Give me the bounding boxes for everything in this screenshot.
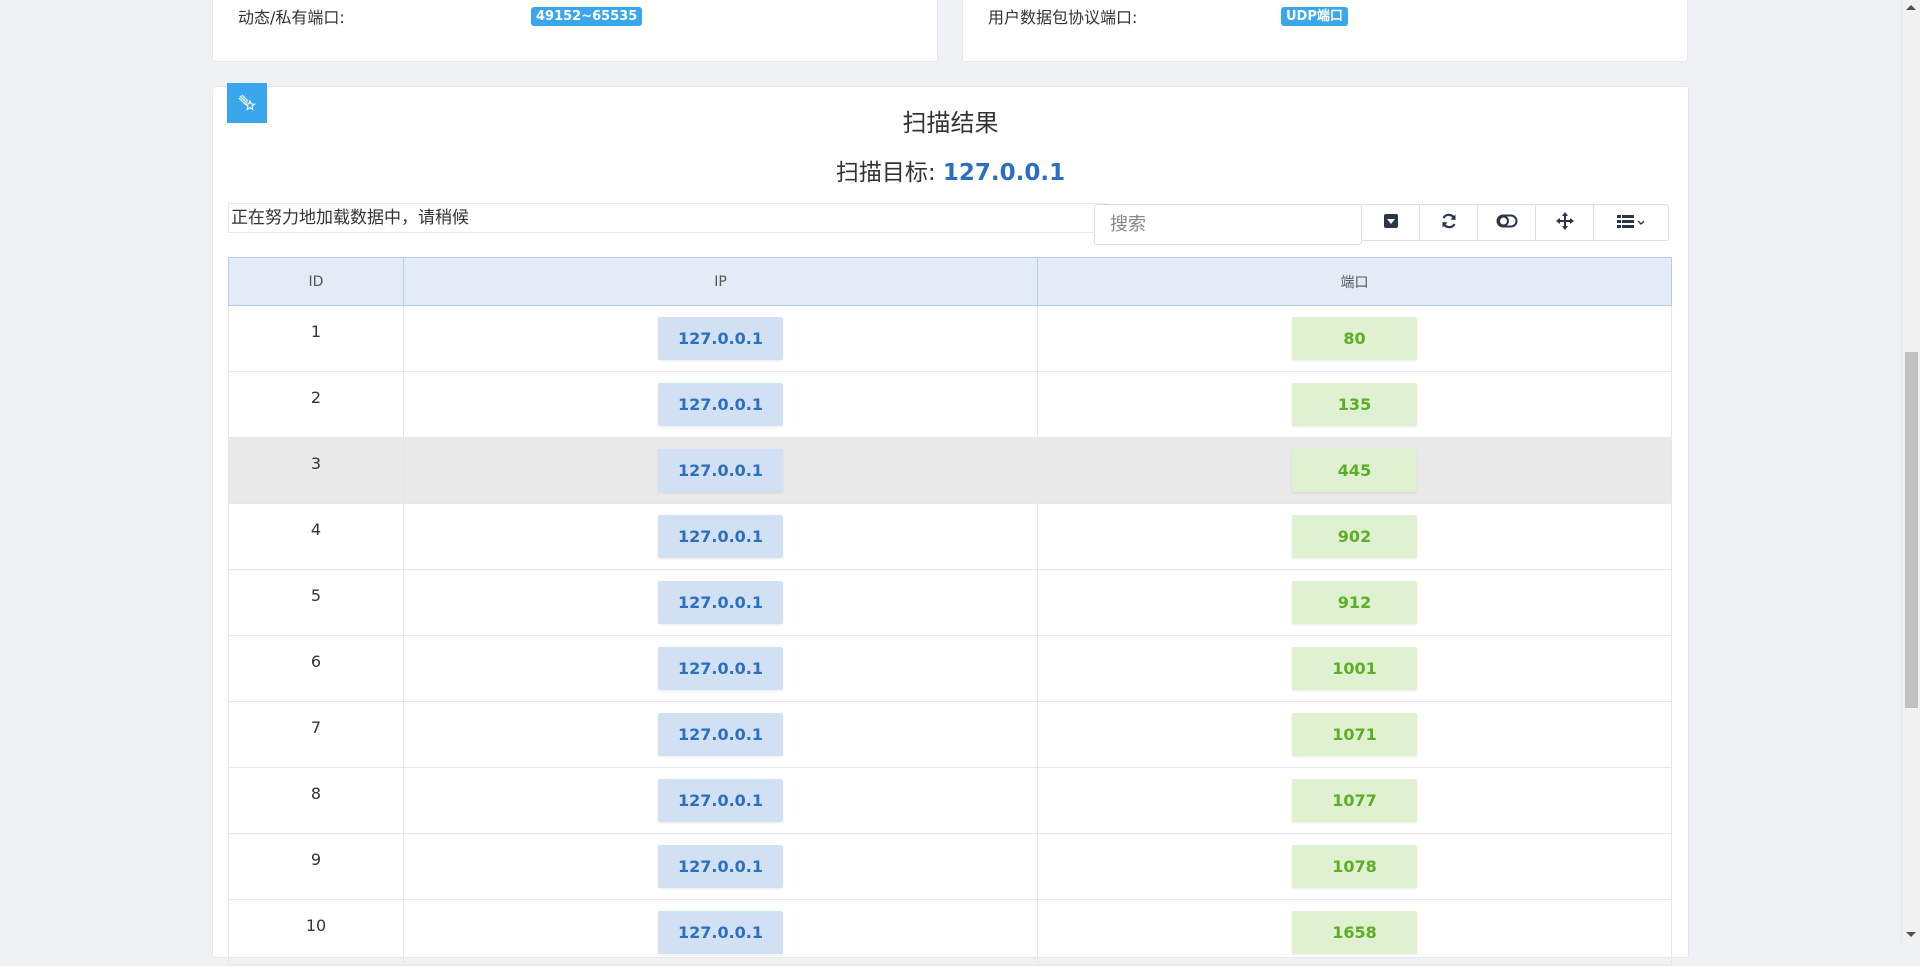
ip-badge: 127.0.0.1 — [658, 845, 783, 888]
udp-port-label: 用户数据包协议端口: — [988, 8, 1138, 27]
table-row[interactable]: 9 127.0.0.1 1078 — [228, 833, 1672, 900]
export-dropdown-icon — [1383, 213, 1399, 233]
dynamic-port-badge: 49152~65535 — [531, 6, 643, 26]
column-header-ip[interactable]: IP — [403, 257, 1038, 306]
table-toolbar — [1361, 204, 1669, 241]
cell-id: 4 — [228, 503, 404, 570]
columns-list-icon — [1616, 213, 1646, 233]
table-row[interactable]: 6 127.0.0.1 1001 — [228, 635, 1672, 702]
cell-ip: 127.0.0.1 — [403, 701, 1038, 768]
cell-id: 5 — [228, 569, 404, 636]
port-badge: 902 — [1292, 515, 1417, 558]
port-badge: 135 — [1292, 383, 1417, 426]
cell-id: 3 — [228, 437, 404, 504]
cell-port: 1071 — [1037, 701, 1672, 768]
cell-ip: 127.0.0.1 — [403, 371, 1038, 438]
table-row[interactable]: 1 127.0.0.1 80 — [228, 305, 1672, 372]
port-badge: 445 — [1292, 449, 1417, 492]
dynamic-port-badge-row: 49152~65535 — [531, 5, 643, 27]
panel-title: 扫描结果 — [902, 109, 999, 137]
refresh-icon — [1440, 212, 1458, 234]
column-header-id[interactable]: ID — [228, 257, 404, 306]
udp-port-badge-row: UDP端口 — [1281, 5, 1348, 27]
toggle-icon — [1496, 213, 1518, 233]
scan-target-line: 扫描目标: 127.0.0.1 — [213, 153, 1688, 187]
cell-port: 912 — [1037, 569, 1672, 636]
udp-port-card: 用户数据包协议端口: UDP端口 — [962, 0, 1688, 62]
cell-ip: 127.0.0.1 — [403, 305, 1038, 372]
results-table-wrapper: ID IP 端口 1 127.0.0.1 80 2 127.0.0.1 135 3 127.0… — [228, 257, 1672, 966]
cell-id: 1 — [228, 305, 404, 372]
scroll-down-icon[interactable] — [1906, 932, 1916, 937]
toggle-view-button[interactable] — [1478, 205, 1536, 240]
table-row[interactable]: 4 127.0.0.1 902 — [228, 503, 1672, 570]
port-badge: 80 — [1292, 317, 1417, 360]
dynamic-port-row: 动态/私有端口: — [238, 5, 345, 27]
loading-message: 正在努力地加载数据中，请稍候 — [228, 203, 1108, 233]
port-badge: 912 — [1292, 581, 1417, 624]
port-badge: 1078 — [1292, 845, 1417, 888]
port-badge: 1658 — [1292, 911, 1417, 954]
cell-ip: 127.0.0.1 — [403, 437, 1038, 504]
cell-ip: 127.0.0.1 — [403, 899, 1038, 966]
cell-port: 1001 — [1037, 635, 1672, 702]
cell-id: 2 — [228, 371, 404, 438]
ip-badge: 127.0.0.1 — [658, 317, 783, 360]
move-button[interactable] — [1536, 205, 1594, 240]
table-row[interactable]: 3 127.0.0.1 445 — [228, 437, 1672, 504]
cell-port: 902 — [1037, 503, 1672, 570]
table-row[interactable]: 2 127.0.0.1 135 — [228, 371, 1672, 438]
cell-port: 1078 — [1037, 833, 1672, 900]
cell-port: 445 — [1037, 437, 1672, 504]
table-row[interactable]: 5 127.0.0.1 912 — [228, 569, 1672, 636]
cell-id: 8 — [228, 767, 404, 834]
table-row[interactable]: 8 127.0.0.1 1077 — [228, 767, 1672, 834]
ip-badge: 127.0.0.1 — [658, 713, 783, 756]
columns-dropdown-button[interactable] — [1594, 205, 1668, 240]
table-row[interactable]: 7 127.0.0.1 1071 — [228, 701, 1672, 768]
refresh-button[interactable] — [1420, 205, 1478, 240]
scroll-up-icon[interactable] — [1906, 5, 1916, 10]
dynamic-port-card: 动态/私有端口: 49152~65535 — [212, 0, 938, 62]
udp-port-badge: UDP端口 — [1281, 6, 1348, 26]
ip-badge: 127.0.0.1 — [658, 515, 783, 558]
ip-badge: 127.0.0.1 — [658, 779, 783, 822]
table-row[interactable]: 10 127.0.0.1 1658 — [228, 899, 1672, 966]
cell-ip: 127.0.0.1 — [403, 833, 1038, 900]
page-scrollbar[interactable] — [1901, 0, 1920, 942]
cell-id: 9 — [228, 833, 404, 900]
column-header-port[interactable]: 端口 — [1037, 257, 1672, 306]
cell-ip: 127.0.0.1 — [403, 635, 1038, 702]
cell-id: 6 — [228, 635, 404, 702]
scan-results-panel: 扫描结果 扫描目标: 127.0.0.1 正在努力地加载数据中，请稍候 搜索 I… — [212, 83, 1689, 966]
results-table: ID IP 端口 1 127.0.0.1 80 2 127.0.0.1 135 3 127.0… — [228, 257, 1672, 966]
cell-port: 80 — [1037, 305, 1672, 372]
ip-badge: 127.0.0.1 — [658, 911, 783, 954]
cell-port: 1658 — [1037, 899, 1672, 966]
cell-port: 135 — [1037, 371, 1672, 438]
ip-badge: 127.0.0.1 — [658, 449, 783, 492]
cell-ip: 127.0.0.1 — [403, 569, 1038, 636]
ip-badge: 127.0.0.1 — [658, 383, 783, 426]
cell-ip: 127.0.0.1 — [403, 767, 1038, 834]
cell-id: 10 — [228, 899, 404, 966]
cell-port: 1077 — [1037, 767, 1672, 834]
port-badge: 1001 — [1292, 647, 1417, 690]
scan-target-value: 127.0.0.1 — [942, 160, 1066, 186]
port-badge: 1077 — [1292, 779, 1417, 822]
ip-badge: 127.0.0.1 — [658, 647, 783, 690]
table-header-row: ID IP 端口 — [228, 257, 1672, 306]
move-icon — [1555, 211, 1574, 234]
port-badge: 1071 — [1292, 713, 1417, 756]
dynamic-port-label: 动态/私有端口: — [238, 8, 345, 27]
search-input[interactable] — [1094, 204, 1362, 245]
export-dropdown-button[interactable] — [1362, 205, 1420, 240]
table-body: 1 127.0.0.1 80 2 127.0.0.1 135 3 127.0.0.1 445 4 1… — [228, 305, 1672, 966]
ip-badge: 127.0.0.1 — [658, 581, 783, 624]
scroll-thumb[interactable] — [1905, 352, 1918, 708]
udp-port-row: 用户数据包协议端口: — [988, 5, 1137, 27]
cell-id: 7 — [228, 701, 404, 768]
cell-ip: 127.0.0.1 — [403, 503, 1038, 570]
scan-target-label: 扫描目标: — [835, 160, 936, 186]
